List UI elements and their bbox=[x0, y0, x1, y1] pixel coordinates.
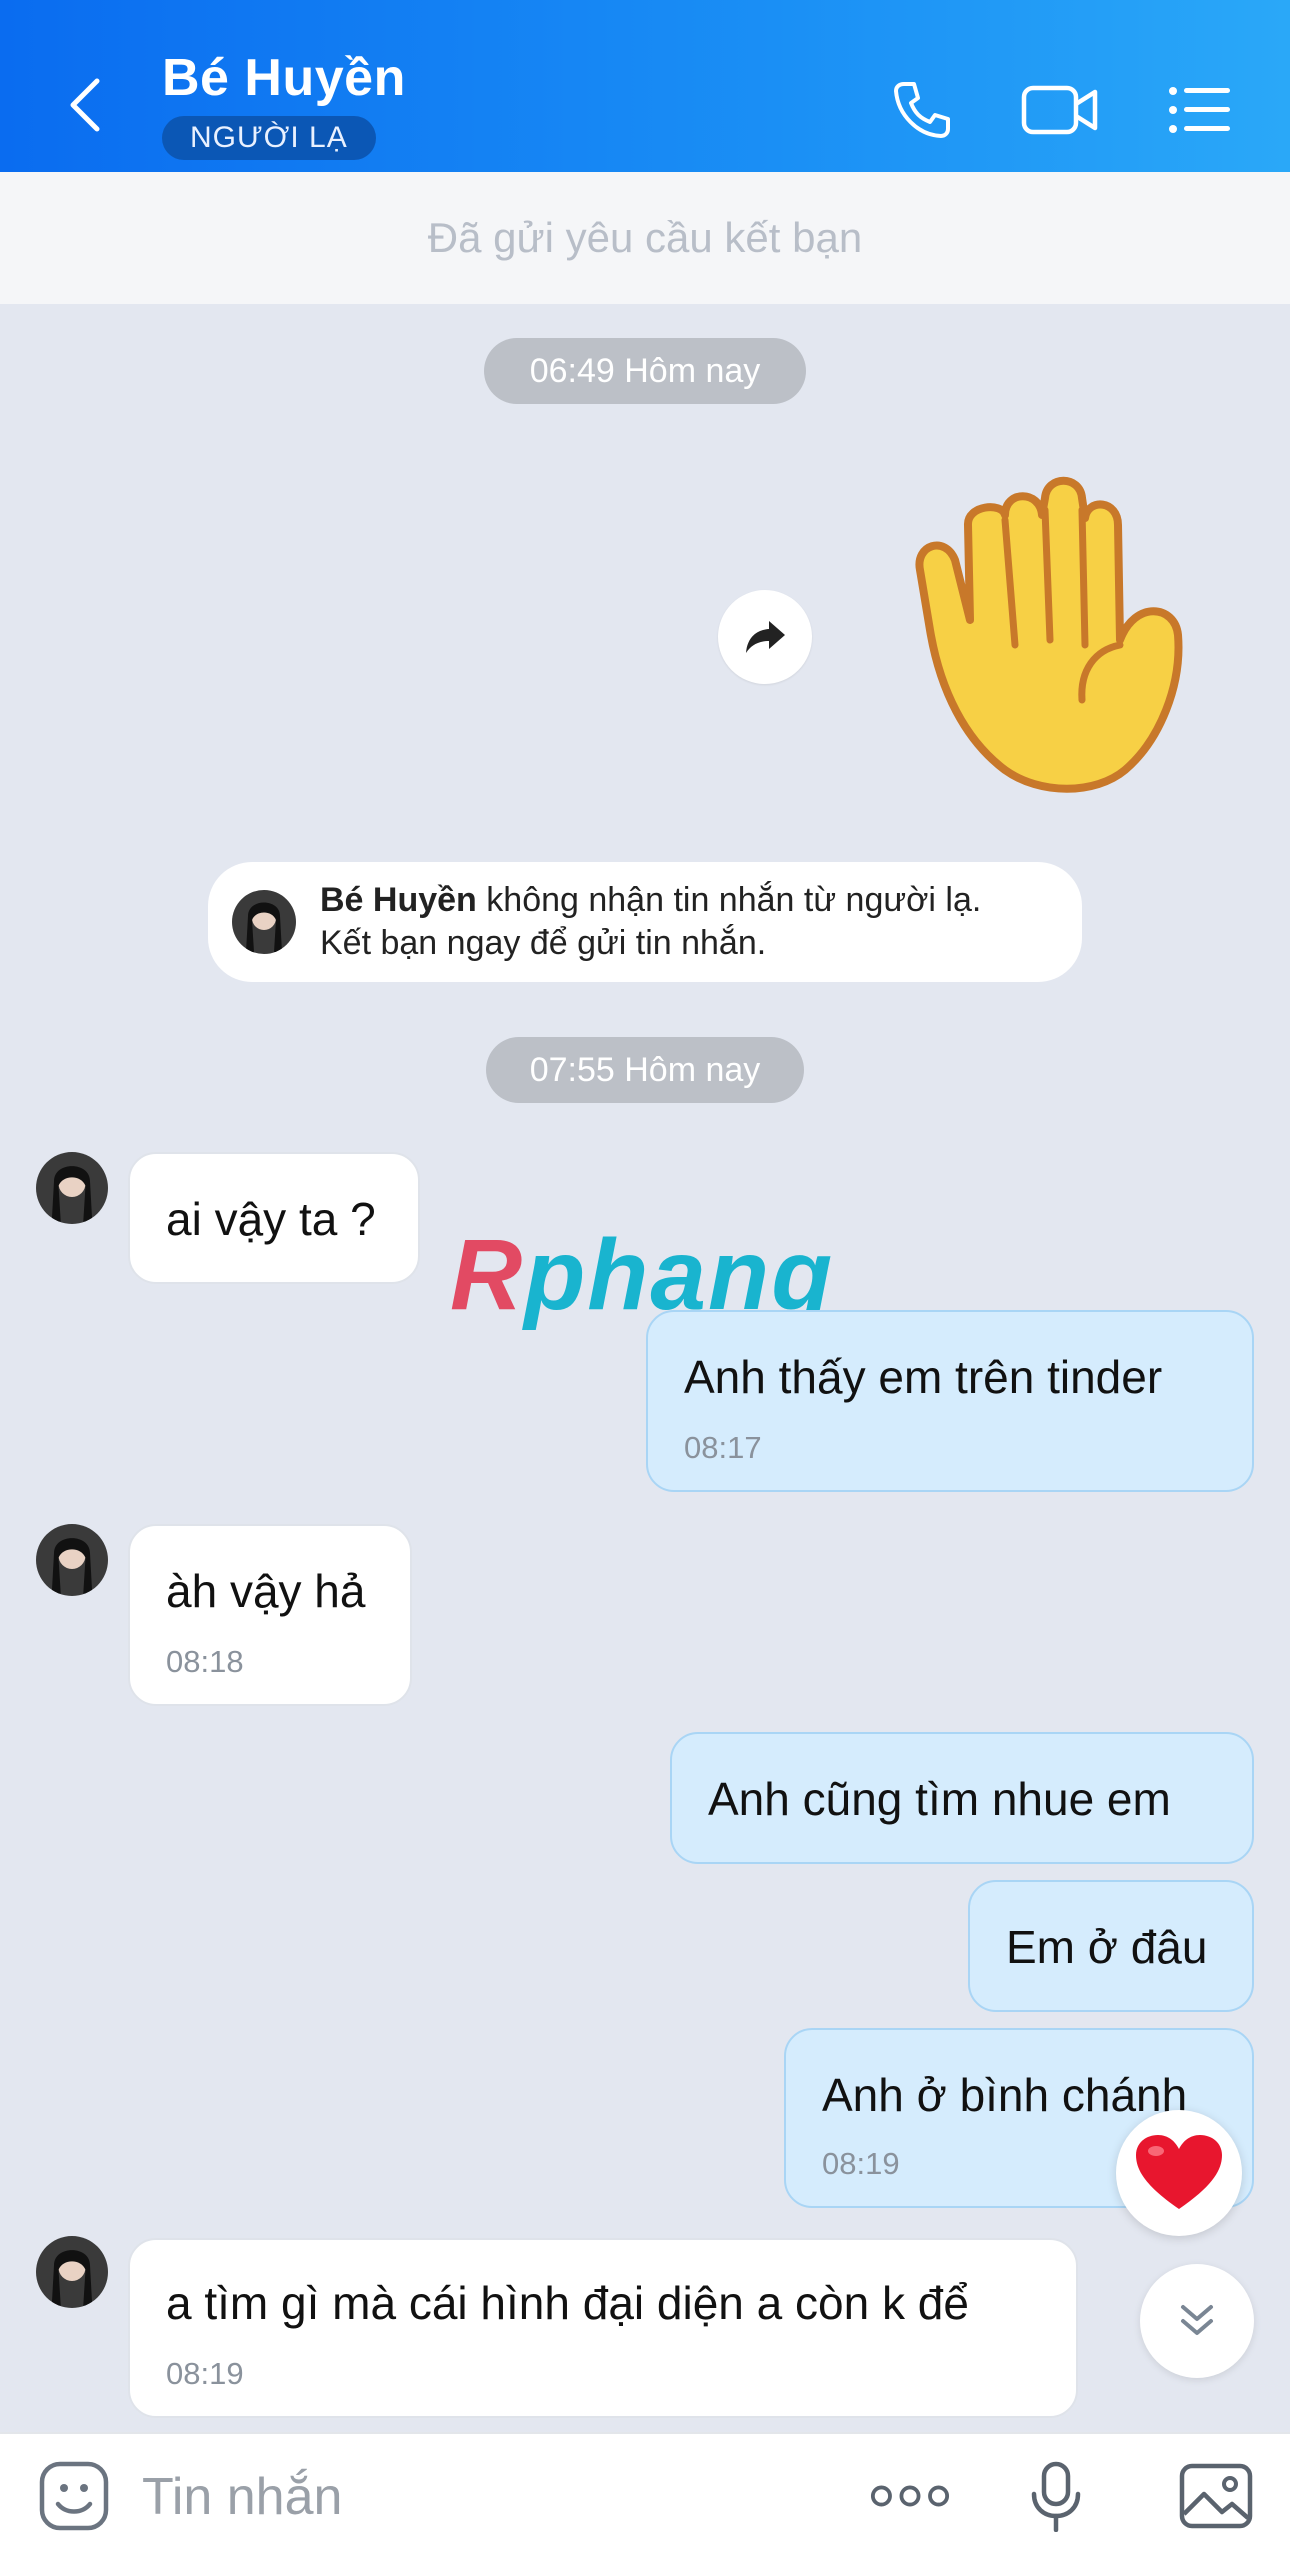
friend-request-status: Đã gửi yêu cầu kết bạn bbox=[0, 172, 1290, 304]
double-chevron-down-icon bbox=[1181, 2305, 1213, 2335]
raised-hand-sticker[interactable] bbox=[910, 470, 1210, 800]
message-text: àh vậy hả bbox=[166, 1565, 366, 1617]
outgoing-message[interactable]: Em ở đâu bbox=[968, 1880, 1254, 2012]
message-time: 08:18 bbox=[166, 1644, 244, 1679]
heart-icon bbox=[1136, 2135, 1222, 2209]
list-menu-icon bbox=[1169, 87, 1230, 133]
chat-header: Bé Huyền NGƯỜI LẠ bbox=[0, 0, 1290, 172]
stranger-badge: NGƯỜI LẠ bbox=[162, 116, 376, 160]
contact-avatar bbox=[232, 890, 296, 954]
contact-avatar[interactable] bbox=[36, 1152, 108, 1224]
message-text: Em ở đâu bbox=[1006, 1921, 1208, 1973]
notice-contact-name: Bé Huyền bbox=[320, 881, 477, 919]
forward-arrow-icon bbox=[746, 621, 785, 653]
time-separator: 07:55 Hôm nay bbox=[486, 1037, 804, 1103]
stranger-notice: Bé Huyền không nhận tin nhắn từ người lạ… bbox=[208, 862, 1082, 982]
contact-avatar[interactable] bbox=[36, 2236, 108, 2308]
reaction-button[interactable] bbox=[1116, 2110, 1242, 2236]
video-camera-icon bbox=[1021, 85, 1098, 135]
contact-name[interactable]: Bé Huyền bbox=[162, 48, 406, 108]
message-text: a tìm gì mà cái hình đại diện a còn k để bbox=[166, 2277, 969, 2329]
outgoing-message[interactable]: Anh thấy em trên tinder 08:17 bbox=[646, 1310, 1254, 1492]
scroll-to-bottom-button[interactable] bbox=[1140, 2264, 1254, 2378]
video-call-button[interactable] bbox=[1020, 70, 1100, 150]
message-input[interactable] bbox=[140, 2454, 844, 2540]
message-time: 08:17 bbox=[684, 1430, 762, 1465]
message-text: Anh thấy em trên tinder bbox=[684, 1351, 1163, 1403]
forward-button[interactable] bbox=[718, 590, 812, 684]
message-text: Anh cũng tìm nhue em bbox=[708, 1773, 1171, 1825]
notice-text-line1: không nhận tin nhắn từ người lạ. bbox=[486, 881, 982, 919]
incoming-message[interactable]: a tìm gì mà cái hình đại diện a còn k để… bbox=[128, 2238, 1078, 2418]
voice-message-button[interactable] bbox=[1016, 2456, 1096, 2536]
notice-text-line2: Kết bạn ngay để gửi tin nhắn. bbox=[320, 924, 767, 962]
message-text: ai vậy ta ? bbox=[166, 1193, 376, 1245]
incoming-message[interactable]: àh vậy hả 08:18 bbox=[128, 1524, 412, 1706]
time-separator: 06:49 Hôm nay bbox=[484, 338, 806, 404]
sticker-button[interactable] bbox=[34, 2456, 114, 2536]
outgoing-message[interactable]: Anh cũng tìm nhue em bbox=[670, 1732, 1254, 1864]
back-button[interactable] bbox=[50, 60, 120, 150]
smiley-icon bbox=[39, 2461, 109, 2531]
photo-button[interactable] bbox=[1176, 2456, 1256, 2536]
more-options-button[interactable] bbox=[870, 2456, 950, 2536]
contact-avatar[interactable] bbox=[36, 1524, 108, 1596]
image-gallery-icon bbox=[1179, 2463, 1253, 2529]
menu-button[interactable] bbox=[1160, 70, 1240, 150]
message-time: 08:19 bbox=[166, 2356, 244, 2391]
chevron-left-icon bbox=[70, 78, 100, 132]
phone-icon bbox=[894, 82, 950, 138]
microphone-icon bbox=[1031, 2461, 1081, 2532]
call-button[interactable] bbox=[882, 70, 962, 150]
message-composer bbox=[0, 2432, 1290, 2558]
message-time: 08:19 bbox=[822, 2146, 900, 2181]
incoming-message[interactable]: ai vậy ta ? bbox=[128, 1152, 420, 1284]
message-text: Anh ở bình chánh bbox=[822, 2069, 1188, 2121]
more-dots-icon bbox=[870, 2485, 950, 2507]
